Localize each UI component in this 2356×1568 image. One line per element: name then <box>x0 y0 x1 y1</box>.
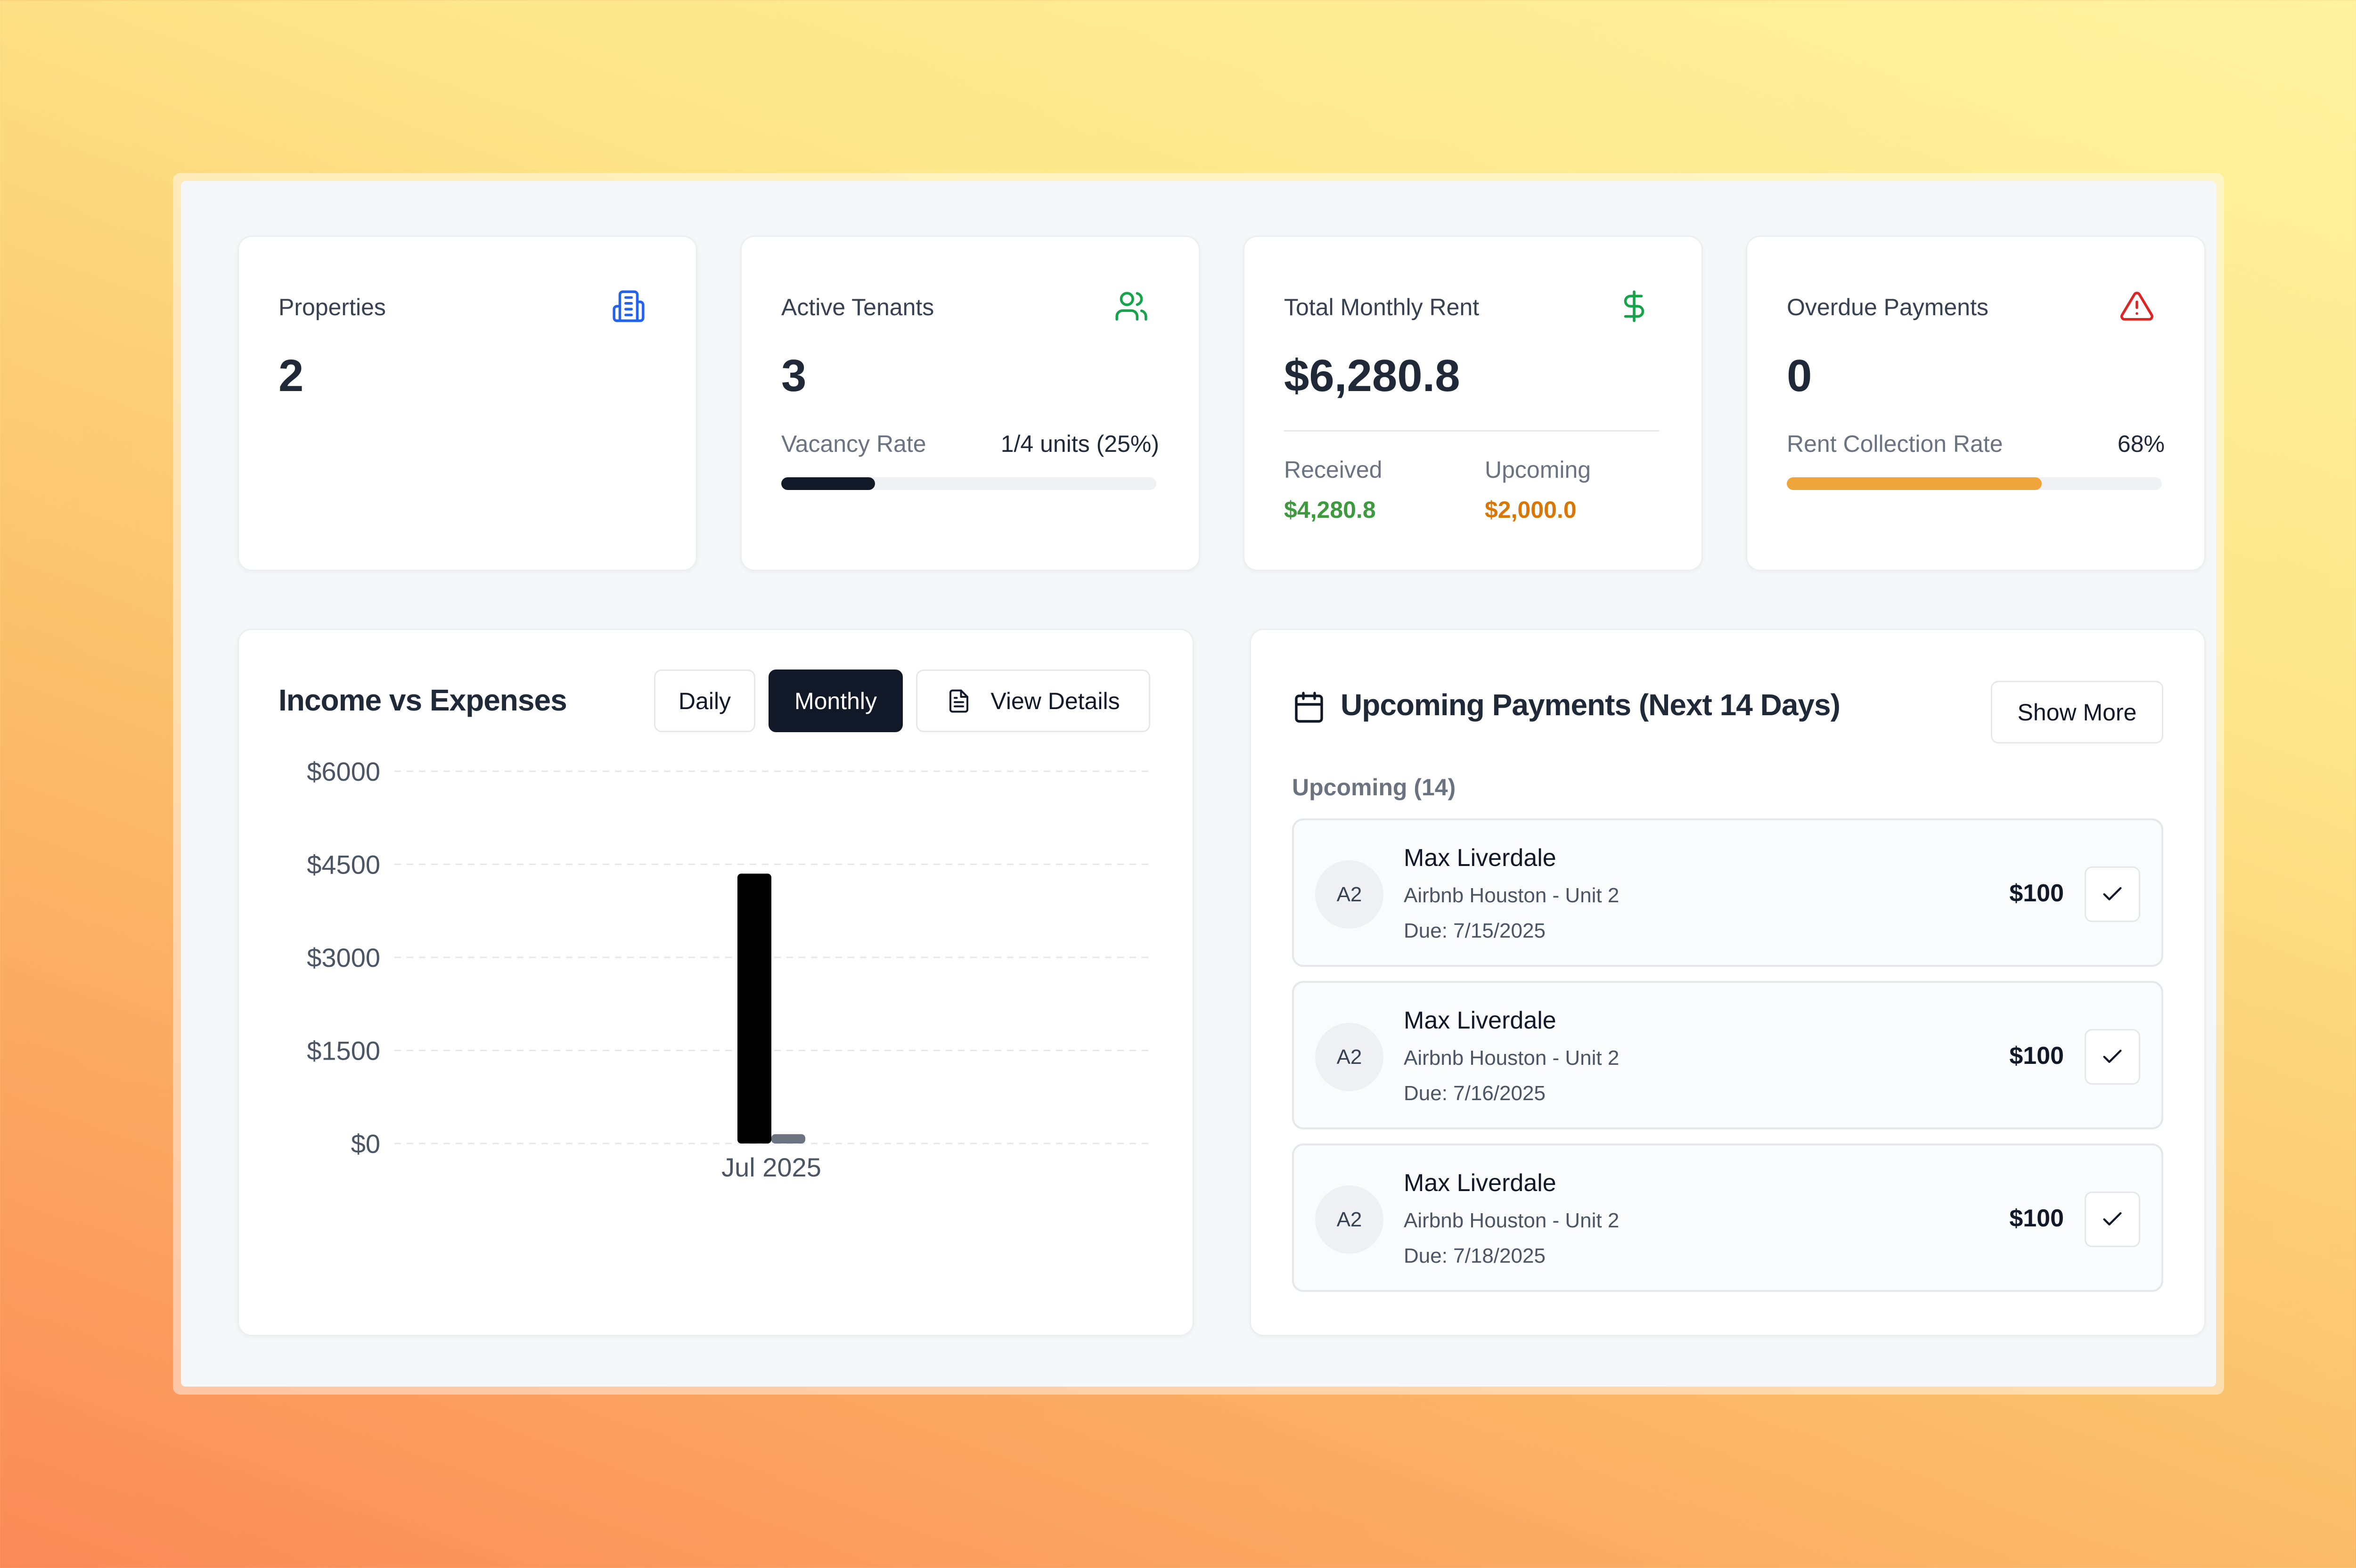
monthly-button[interactable]: Monthly <box>769 670 903 732</box>
property-name: Airbnb Houston - Unit 2 <box>1404 884 1620 907</box>
tenants-title: Active Tenants <box>781 294 934 320</box>
vacancy-progress <box>781 477 1156 490</box>
avatar: A2 <box>1315 860 1383 929</box>
payment-item: A2 Max Liverdale Airbnb Houston - Unit 2… <box>1292 818 2163 967</box>
tenant-name: Max Liverdale <box>1404 1007 1556 1034</box>
vacancy-label: Vacancy Rate <box>781 431 926 457</box>
due-date: Due: 7/16/2025 <box>1404 1082 1546 1105</box>
collection-progress <box>1787 477 2162 490</box>
x-tick-label: Jul 2025 <box>721 1152 821 1182</box>
overdue-payments-card: Overdue Payments 0 Rent Collection Rate … <box>1746 236 2206 571</box>
payment-amount: $100 <box>2009 1205 2064 1232</box>
properties-title: Properties <box>278 294 386 320</box>
calendar-icon <box>1295 692 1323 723</box>
upcoming-section-label: Upcoming (14) <box>1292 774 1456 800</box>
upcoming-label: Upcoming <box>1485 457 1591 483</box>
active-tenants-card: Active Tenants 3 Vacancy Rate 1/4 units … <box>740 236 1200 571</box>
alert-triangle-icon <box>2120 292 2153 321</box>
overdue-title: Overdue Payments <box>1787 294 1988 320</box>
bar <box>771 1134 805 1143</box>
y-tick-label: $1500 <box>307 1036 380 1066</box>
payment-amount: $100 <box>2009 1042 2064 1070</box>
properties-count: 2 <box>278 351 304 401</box>
check-icon <box>2103 887 2122 900</box>
bar <box>737 874 771 1143</box>
payment-item: A2 Max Liverdale Airbnb Houston - Unit 2… <box>1292 981 2163 1129</box>
mark-paid-button[interactable] <box>2085 1192 2140 1247</box>
due-date: Due: 7/15/2025 <box>1404 919 1546 942</box>
collection-label: Rent Collection Rate <box>1787 431 2003 457</box>
property-name: Airbnb Houston - Unit 2 <box>1404 1046 1620 1070</box>
view-details-label: View Details <box>990 687 1120 714</box>
check-icon <box>2103 1212 2122 1225</box>
monthly-rent-card: Total Monthly Rent $6,280.8 Received $4,… <box>1243 236 1703 571</box>
payment-item: A2 Max Liverdale Airbnb Houston - Unit 2… <box>1292 1143 2163 1292</box>
property-name: Airbnb Houston - Unit 2 <box>1404 1209 1620 1232</box>
view-details-button[interactable]: View Details <box>916 670 1150 732</box>
received-label: Received <box>1284 457 1383 483</box>
received-value: $4,280.8 <box>1284 497 1376 523</box>
upcoming-payments-card: Upcoming Payments (Next 14 Days) Show Mo… <box>1250 629 2206 1336</box>
daily-button[interactable]: Daily <box>654 670 755 732</box>
tenants-count: 3 <box>781 351 807 401</box>
tenant-name: Max Liverdale <box>1404 1169 1556 1197</box>
income-expenses-chart: $0 $1500 $3000 $4500 $6000 Jul 2025 <box>307 757 1148 1182</box>
avatar: A2 <box>1315 1023 1383 1091</box>
payments-title: Upcoming Payments (Next 14 Days) <box>1341 688 1841 722</box>
dashboard-panel: Properties 2 Active Tenants 3 Vacancy Ra… <box>181 181 2216 1387</box>
y-tick-label: $4500 <box>307 850 380 880</box>
rent-divider <box>1284 430 1659 432</box>
vacancy-value: 1/4 units (25%) <box>1000 431 1159 457</box>
payment-amount: $100 <box>2009 880 2064 907</box>
y-tick-label: $3000 <box>307 943 380 972</box>
rent-title: Total Monthly Rent <box>1284 294 1480 320</box>
vacancy-progress-fill <box>781 477 875 490</box>
collection-value: 68% <box>2117 431 2165 457</box>
avatar: A2 <box>1315 1185 1383 1254</box>
overdue-count: 0 <box>1787 351 1812 401</box>
building-icon <box>613 290 645 322</box>
check-icon <box>2103 1049 2122 1063</box>
users-icon <box>1115 292 1147 321</box>
y-tick-label: $6000 <box>307 757 380 786</box>
income-title: Income vs Expenses <box>278 683 567 717</box>
dollar-icon <box>1624 290 1644 322</box>
file-text-icon <box>949 689 969 713</box>
mark-paid-button[interactable] <box>2085 866 2140 922</box>
rent-total: $6,280.8 <box>1284 351 1460 401</box>
y-tick-label: $0 <box>351 1129 380 1159</box>
income-expenses-card: Income vs Expenses Daily Monthly View De… <box>237 629 1194 1336</box>
due-date: Due: 7/18/2025 <box>1404 1244 1546 1267</box>
properties-card: Properties 2 <box>237 236 697 571</box>
upcoming-value: $2,000.0 <box>1485 497 1577 523</box>
tenant-name: Max Liverdale <box>1404 844 1556 872</box>
mark-paid-button[interactable] <box>2085 1029 2140 1085</box>
collection-progress-fill <box>1787 477 2042 490</box>
show-more-button[interactable]: Show More <box>1991 681 2163 743</box>
